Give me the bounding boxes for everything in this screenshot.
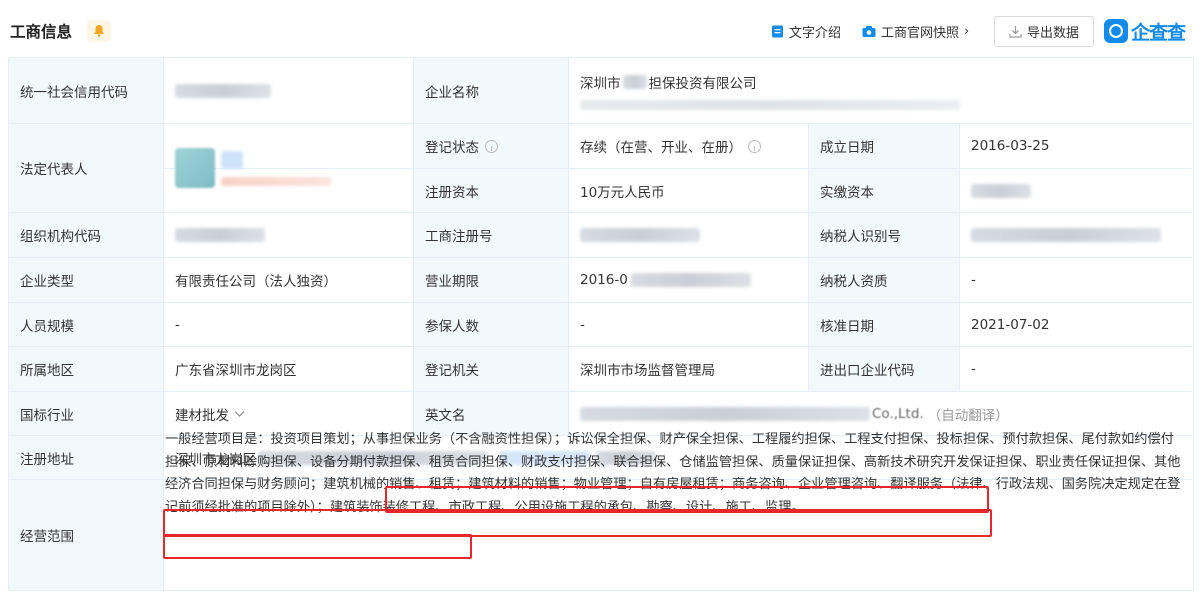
credit-code-label: 统一社会信用代码 [9, 58, 164, 123]
snapshot-button[interactable]: 工商官网快照 › [862, 22, 969, 41]
info-icon[interactable] [485, 139, 498, 153]
approved-date-label: 核准日期 [809, 303, 960, 346]
legal-rep-value[interactable] [164, 124, 414, 212]
import-export-label: 进出口企业代码 [809, 347, 960, 391]
taxpayer-qual-value: - [971, 272, 976, 288]
brand-icon [1104, 19, 1128, 43]
document-icon [772, 25, 783, 38]
reg-capital-value: 10万元人民币 [569, 169, 809, 212]
section-title: 工商信息 [10, 23, 73, 41]
highlight-box [163, 534, 472, 559]
org-code-value [164, 213, 414, 257]
taxpayer-id-value [960, 213, 1193, 257]
insured-value: - [569, 303, 809, 346]
table-row: 所属地区 广东省深圳市龙岗区 登记机关 深圳市市场监督管理局 进出口企业代码 - [9, 347, 1193, 392]
table-row: 统一社会信用代码 企业名称 深圳市 担保投资有限公司 [9, 58, 1193, 124]
export-button[interactable]: 导出数据 [994, 16, 1094, 47]
business-scope-label: 经营范围 [9, 480, 164, 590]
established-label: 成立日期 [809, 124, 960, 168]
highlight-box [163, 509, 992, 537]
chevron-right-icon: › [964, 24, 970, 39]
brand-logo: 企查查 [1104, 18, 1186, 44]
biz-reg-no-value [569, 213, 809, 257]
established-value: 2016-03-25 [971, 138, 1050, 154]
section-header: 工商信息 文字介绍 工商官网快照 › 导出数据 企查查 [0, 0, 1203, 58]
reg-status-value: 存续（在营、开业、在册） [569, 124, 809, 168]
snapshot-label: 工商官网快照 [881, 26, 960, 41]
text-intro-label: 文字介绍 [789, 26, 842, 41]
info-icon[interactable] [748, 139, 761, 153]
chevron-down-icon[interactable] [234, 410, 245, 418]
staff-size-label: 人员规模 [9, 303, 164, 346]
taxpayer-id-label: 纳税人识别号 [809, 213, 960, 257]
reg-authority-value: 深圳市市场监督管理局 [569, 347, 809, 391]
region-label: 所属地区 [9, 347, 164, 391]
region-value[interactable]: 广东省深圳市龙岗区 [164, 347, 414, 391]
staff-size-value: - [164, 303, 414, 346]
reg-capital-label: 注册资本 [414, 169, 569, 212]
brand-name: 企查查 [1131, 21, 1186, 44]
company-name-label: 企业名称 [414, 58, 569, 123]
industry-label: 国标行业 [9, 392, 164, 435]
paid-capital-value [960, 169, 1193, 212]
english-name-suffix: Co.,Ltd. [872, 405, 924, 422]
reg-authority-label: 登记机关 [414, 347, 569, 391]
reg-status-label: 登记状态 [414, 124, 569, 168]
biz-term-label: 营业期限 [414, 258, 569, 302]
company-type-value: 有限责任公司（法人独资） [164, 258, 414, 302]
reg-address-label: 注册地址 [9, 436, 164, 479]
auto-translate-note: （自动翻译） [927, 407, 1009, 424]
table-row: 组织机构代码 工商注册号 纳税人识别号 [9, 213, 1193, 258]
biz-term-text: 2016-0 [580, 272, 628, 288]
avatar[interactable] [175, 148, 215, 188]
org-code-label: 组织机构代码 [9, 213, 164, 257]
download-icon [1009, 26, 1022, 38]
paid-capital-label: 实缴资本 [809, 169, 960, 212]
reg-status-label-text: 登记状态 [425, 140, 479, 156]
approved-date-value: 2021-07-02 [971, 316, 1050, 333]
table-row: 人员规模 - 参保人数 - 核准日期 2021-07-02 [9, 303, 1193, 347]
bell-icon[interactable] [87, 20, 111, 42]
biz-term-value: 2016-0 [569, 258, 809, 302]
reg-status-text: 存续（在营、开业、在册） [580, 140, 742, 156]
company-name-suffix: 担保投资有限公司 [648, 75, 757, 92]
credit-code-value[interactable] [164, 58, 414, 123]
table-row: 企业类型 有限责任公司（法人独资） 营业期限 2016-0 纳税人资质 - [9, 258, 1193, 303]
legal-rep-label: 法定代表人 [9, 124, 164, 212]
export-label: 导出数据 [1026, 26, 1079, 41]
legal-rep-row: 法定代表人 [9, 124, 414, 213]
camera-icon [862, 26, 876, 37]
company-type-label: 企业类型 [9, 258, 164, 302]
insured-label: 参保人数 [414, 303, 569, 346]
industry-text: 建材批发 [175, 407, 229, 424]
company-name-value[interactable]: 深圳市 担保投资有限公司 [569, 58, 1193, 123]
taxpayer-qual-label: 纳税人资质 [809, 258, 960, 302]
import-export-value: - [971, 361, 976, 377]
biz-reg-no-label: 工商注册号 [414, 213, 569, 257]
company-name-prefix: 深圳市 [580, 75, 621, 92]
text-intro-button[interactable]: 文字介绍 [771, 22, 841, 41]
